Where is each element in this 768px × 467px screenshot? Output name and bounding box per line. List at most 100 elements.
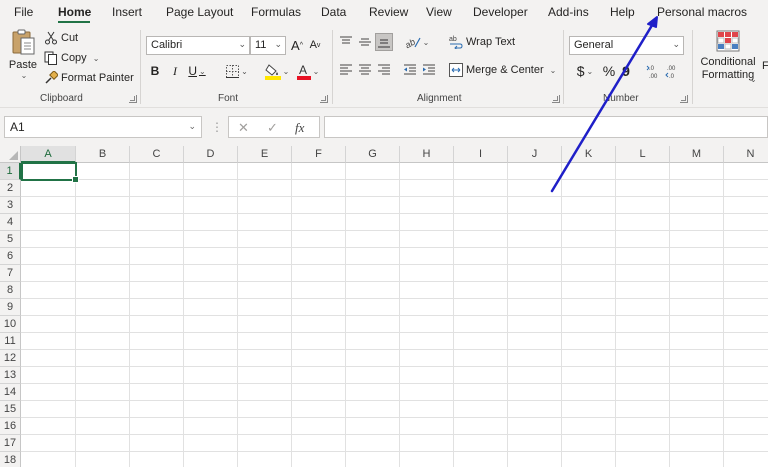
row-header-16[interactable]: 16 — [0, 418, 21, 435]
tab-insert[interactable]: Insert — [112, 5, 142, 19]
font-name-combo[interactable]: Calibri ⌄ — [146, 36, 250, 55]
column-header-b[interactable]: B — [76, 146, 130, 163]
row-header-14[interactable]: 14 — [0, 384, 21, 401]
cancel-icon[interactable]: ✕ — [238, 120, 249, 136]
conditional-formatting-dropdown-caret[interactable]: ⌄ — [750, 75, 757, 84]
clipboard-dialog-launcher[interactable] — [129, 95, 137, 103]
fill-color-dropdown-caret[interactable]: ⌄ — [283, 67, 290, 76]
row-header-2[interactable]: 2 — [0, 180, 21, 197]
chevron-down-icon[interactable]: ⌄ — [188, 121, 196, 132]
column-header-g[interactable]: G — [346, 146, 400, 163]
italic-button[interactable]: I — [168, 62, 182, 80]
insert-function-button[interactable]: fx — [295, 120, 304, 136]
tab-data[interactable]: Data — [321, 5, 346, 19]
tab-personal-macros[interactable]: Personal macros — [657, 5, 747, 19]
accounting-dropdown-caret[interactable]: ⌄ — [587, 67, 594, 76]
column-header-a[interactable]: A — [21, 146, 76, 163]
column-header-c[interactable]: C — [130, 146, 184, 163]
borders-dropdown-caret[interactable]: ⌄ — [241, 67, 248, 76]
align-center-button[interactable] — [357, 62, 373, 78]
column-header-j[interactable]: J — [508, 146, 562, 163]
middle-align-button[interactable] — [357, 34, 373, 50]
alignment-dialog-launcher[interactable] — [552, 95, 560, 103]
merge-dropdown-caret[interactable]: ⌄ — [550, 66, 557, 75]
align-right-button[interactable] — [376, 62, 392, 78]
row-header-11[interactable]: 11 — [0, 333, 21, 350]
increase-font-size-button[interactable]: A ^ — [290, 37, 304, 53]
orientation-dropdown-caret[interactable]: ⌄ — [423, 38, 430, 47]
column-header-f[interactable]: F — [292, 146, 346, 163]
decrease-decimal-button[interactable]: .00 .0 — [665, 62, 681, 80]
borders-button[interactable]: ⌄ — [222, 62, 252, 80]
tab-formulas[interactable]: Formulas — [251, 5, 301, 19]
tab-review[interactable]: Review — [369, 5, 408, 19]
format-as-table-label-partial[interactable]: F — [762, 60, 768, 72]
decrease-font-size-button[interactable]: Av — [308, 37, 322, 53]
column-header-i[interactable]: I — [454, 146, 508, 163]
row-header-8[interactable]: 8 — [0, 282, 21, 299]
decrease-indent-button[interactable] — [402, 62, 418, 78]
row-header-4[interactable]: 4 — [0, 214, 21, 231]
bold-button[interactable]: B — [148, 62, 162, 80]
format-painter-button[interactable]: Format Painter — [44, 70, 134, 86]
copy-button[interactable]: Copy ⌄ — [44, 50, 99, 66]
row-header-9[interactable]: 9 — [0, 299, 21, 316]
select-all-button[interactable] — [0, 146, 21, 163]
paste-button[interactable]: Paste ⌄ — [6, 28, 40, 88]
paste-dropdown-caret[interactable]: ⌄ — [21, 71, 28, 80]
cut-button[interactable]: Cut — [44, 30, 78, 46]
top-align-button[interactable] — [338, 34, 354, 50]
row-header-17[interactable]: 17 — [0, 435, 21, 452]
row-header-10[interactable]: 10 — [0, 316, 21, 333]
font-size-combo[interactable]: 11 ⌄ — [250, 36, 286, 55]
column-header-e[interactable]: E — [238, 146, 292, 163]
underline-button[interactable]: U ⌄ — [186, 62, 208, 80]
tab-developer[interactable]: Developer — [473, 5, 528, 19]
tab-page-layout[interactable]: Page Layout — [166, 5, 233, 19]
column-header-k[interactable]: K — [562, 146, 616, 163]
align-left-button[interactable] — [338, 62, 354, 78]
copy-dropdown-caret[interactable]: ⌄ — [93, 54, 100, 63]
number-dialog-launcher[interactable] — [680, 95, 688, 103]
tab-view[interactable]: View — [426, 5, 452, 19]
orientation-button[interactable]: ab ⌄ — [402, 34, 432, 50]
column-header-h[interactable]: H — [400, 146, 454, 163]
fill-color-button[interactable]: ⌄ — [262, 60, 292, 82]
tab-file[interactable]: File — [14, 5, 33, 19]
row-header-5[interactable]: 5 — [0, 231, 21, 248]
active-cell-a1[interactable] — [21, 162, 79, 183]
row-header-6[interactable]: 6 — [0, 248, 21, 265]
increase-indent-button[interactable] — [421, 62, 437, 78]
merge-center-button[interactable]: Merge & Center ⌄ — [449, 62, 556, 78]
column-header-n[interactable]: N — [724, 146, 768, 163]
row-header-12[interactable]: 12 — [0, 350, 21, 367]
name-box[interactable]: A1 ⌄ — [4, 116, 202, 138]
enter-icon[interactable]: ✓ — [267, 120, 278, 136]
number-format-combo[interactable]: General ⌄ — [569, 36, 684, 55]
comma-style-button[interactable]: 9 — [619, 62, 633, 80]
underline-dropdown-caret[interactable]: ⌄ — [199, 67, 206, 76]
increase-decimal-button[interactable]: .0 .00 — [646, 62, 662, 80]
column-header-d[interactable]: D — [184, 146, 238, 163]
row-header-15[interactable]: 15 — [0, 401, 21, 418]
column-header-m[interactable]: M — [670, 146, 724, 163]
formula-bar-splitter[interactable]: ⋮ — [211, 120, 223, 134]
wrap-text-button[interactable]: ab Wrap Text — [449, 34, 515, 50]
font-dialog-launcher[interactable] — [320, 95, 328, 103]
formula-input[interactable] — [324, 116, 768, 138]
worksheet-grid[interactable]: ABCDEFGHIJKLMN 1 2 3 4 5 6 7 8 9 10 11 12 13 14 15 16 17… — [0, 146, 768, 467]
tab-add-ins[interactable]: Add-ins — [548, 5, 589, 19]
accounting-format-button[interactable]: $ ⌄ — [572, 62, 598, 80]
column-header-l[interactable]: L — [616, 146, 670, 163]
row-header-13[interactable]: 13 — [0, 367, 21, 384]
percent-style-button[interactable]: % — [601, 62, 617, 80]
bottom-align-button[interactable] — [375, 33, 393, 51]
row-header-3[interactable]: 3 — [0, 197, 21, 214]
font-color-button[interactable]: A ⌄ — [294, 60, 322, 82]
row-header-18[interactable]: 18 — [0, 452, 21, 467]
tab-home[interactable]: Home — [58, 5, 91, 19]
tab-help[interactable]: Help — [610, 5, 635, 19]
font-color-dropdown-caret[interactable]: ⌄ — [313, 67, 320, 76]
row-header-1[interactable]: 1 — [0, 163, 21, 180]
row-header-7[interactable]: 7 — [0, 265, 21, 282]
